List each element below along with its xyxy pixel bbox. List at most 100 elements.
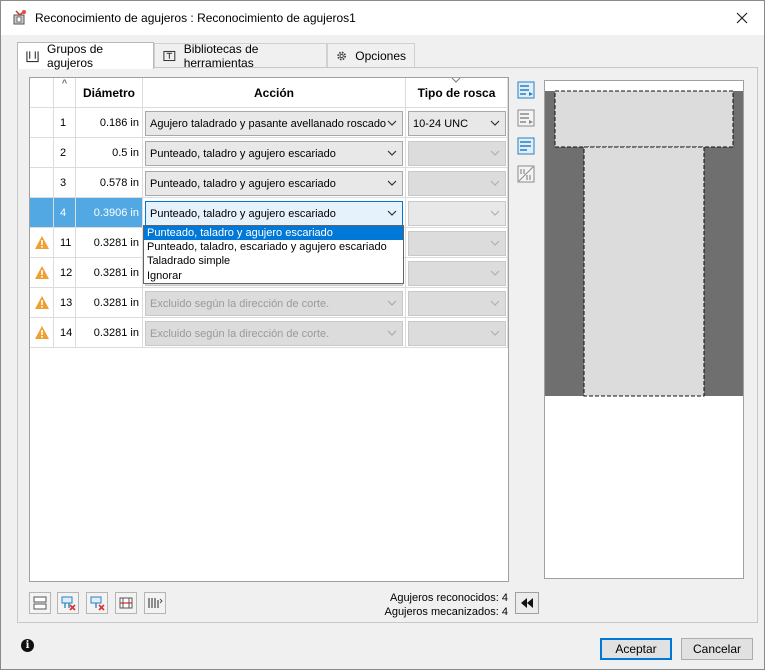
apply-selected-button[interactable]	[515, 107, 537, 129]
row-action-cell: Punteado, taladro y agujero escariado	[143, 138, 406, 168]
warning-icon	[35, 266, 49, 279]
delete-hole-icon	[61, 596, 76, 611]
ok-button[interactable]: Aceptar	[600, 638, 672, 660]
row-indicator	[30, 108, 54, 138]
list-arrow-icon	[517, 109, 535, 127]
chevron-down-icon	[387, 300, 397, 306]
table-row[interactable]: 1 0.186 in Agujero taladrado y pasante ave…	[30, 108, 508, 138]
table-row[interactable]: 13 0.3281 in Excluido según la dirección d…	[30, 288, 508, 318]
row-indicator	[30, 168, 54, 198]
header-thread-type[interactable]: Tipo de rosca	[406, 77, 508, 108]
row-action-cell: Excluido según la dirección de corte.	[143, 288, 406, 318]
action-select[interactable]: Punteado, taladro y agujero escariado	[145, 141, 403, 166]
delete-selected-button[interactable]	[86, 592, 108, 614]
header-cell-indicator	[30, 78, 54, 108]
sort-ascending-icon: ^	[61, 78, 68, 88]
row-diameter: 0.3906 in	[76, 198, 143, 228]
chevron-down-icon	[490, 120, 500, 126]
window-title: Reconocimiento de agujeros : Reconocimie…	[35, 11, 356, 25]
column-settings-button[interactable]	[144, 592, 166, 614]
hole-groups-icon	[26, 51, 39, 63]
action-select: Excluido según la dirección de corte.	[145, 321, 403, 346]
row-action-cell: Punteado, taladro y agujero escariado	[143, 168, 406, 198]
tab-options[interactable]: Opciones	[327, 43, 415, 68]
chevron-down-icon	[490, 270, 500, 276]
action-select[interactable]: Punteado, taladro y agujero escariado	[145, 171, 403, 196]
row-number: 14	[54, 318, 76, 348]
header-diameter[interactable]: Diámetro	[76, 78, 143, 108]
row-number: 3	[54, 168, 76, 198]
rewind-button[interactable]	[515, 592, 539, 614]
dialog-window: Reconocimiento de agujeros : Reconocimie…	[0, 0, 765, 670]
row-number: 4	[54, 198, 76, 228]
compare-button[interactable]	[515, 163, 537, 185]
row-action-cell: Punteado, taladro y agujero escariado	[143, 198, 406, 228]
row-thread-cell: 10-24 UNC	[406, 108, 508, 138]
tab-label: Opciones	[355, 49, 406, 63]
dropdown-option[interactable]: Taladrado simple	[144, 254, 403, 268]
thread-type-select	[408, 141, 506, 166]
row-thread-cell	[406, 138, 508, 168]
action-value: Excluido según la dirección de corte.	[150, 297, 330, 310]
table-row[interactable]: 2 0.5 in Punteado, taladro y agujero escar…	[30, 138, 508, 168]
action-value: Punteado, taladro y agujero escariado	[150, 177, 336, 190]
tab-label: Bibliotecas de herramientas	[183, 42, 259, 70]
action-value: Punteado, taladro y agujero escariado	[150, 207, 336, 220]
dropdown-option[interactable]: Ignorar	[144, 269, 403, 283]
table-header-row: ^ Diámetro Acción Tipo de rosca	[30, 77, 508, 108]
dropdown-option[interactable]: Punteado, taladro, escariado y agujero e…	[144, 240, 403, 254]
cancel-button[interactable]: Cancelar	[681, 638, 753, 660]
row-diameter: 0.3281 in	[76, 258, 143, 288]
close-icon	[736, 12, 748, 24]
info-icon[interactable]: i	[21, 639, 34, 652]
delete-group-button[interactable]	[57, 592, 79, 614]
thread-type-select[interactable]: 10-24 UNC	[408, 111, 506, 136]
recognized-count: Agujeros reconocidos: 4	[389, 592, 508, 604]
action-dropdown-list[interactable]: Punteado, taladro y agujero escariado Pu…	[143, 225, 404, 284]
thread-type-select	[408, 171, 506, 196]
list-group-icon	[517, 137, 535, 155]
header-cell-number[interactable]: ^	[54, 78, 76, 108]
action-select: Excluido según la dirección de corte.	[145, 291, 403, 316]
action-select[interactable]: Punteado, taladro y agujero escariado	[145, 201, 403, 226]
tab-tool-libraries[interactable]: Bibliotecas de herramientas	[154, 42, 327, 70]
apply-group-button[interactable]	[515, 135, 537, 157]
action-value: Excluido según la dirección de corte.	[150, 327, 330, 340]
collapse-button[interactable]	[29, 592, 51, 614]
table-row[interactable]: 3 0.578 in Punteado, taladro y agujero esc…	[30, 168, 508, 198]
tab-hole-groups[interactable]: Grupos de agujeros	[17, 42, 154, 70]
tab-label: Grupos de agujeros	[47, 42, 104, 70]
rewind-icon	[521, 598, 533, 608]
warning-icon	[35, 326, 49, 339]
row-diameter: 0.5 in	[76, 138, 143, 168]
split-group-button[interactable]	[115, 592, 137, 614]
row-diameter: 0.578 in	[76, 168, 143, 198]
close-button[interactable]	[720, 1, 764, 35]
gear-icon	[337, 51, 347, 61]
split-icon	[119, 597, 133, 609]
machined-count: Agujeros mecanizados: 4	[384, 606, 508, 618]
row-diameter: 0.3281 in	[76, 318, 143, 348]
table-row[interactable]: 14 0.3281 in Excluido según la dirección d…	[30, 318, 508, 348]
dropdown-option[interactable]: Punteado, taladro y agujero escariado	[144, 226, 403, 241]
chevron-down-icon	[490, 300, 500, 306]
row-thread-cell	[406, 288, 508, 318]
row-indicator	[30, 138, 54, 168]
header-thread-label: Tipo de rosca	[417, 85, 496, 100]
table-row[interactable]: 4 0.3906 in Punteado, taladro y agujero es…	[30, 198, 508, 228]
chevron-down-icon	[490, 330, 500, 336]
apply-to-all-button[interactable]	[515, 79, 537, 101]
row-action-cell: Excluido según la dirección de corte.	[143, 318, 406, 348]
chevron-down-icon	[387, 120, 397, 126]
chevron-down-icon	[490, 240, 500, 246]
hole-groups-table: ^ Diámetro Acción Tipo de rosca 1 0.186 i…	[29, 77, 509, 582]
chevron-down-icon	[387, 150, 397, 156]
row-thread-cell	[406, 258, 508, 288]
header-action[interactable]: Acción	[143, 78, 406, 108]
title-bar: Reconocimiento de agujeros : Reconocimie…	[1, 1, 764, 35]
hole-recognition-app-icon	[13, 10, 26, 25]
chevron-down-icon	[387, 330, 397, 336]
row-diameter: 0.3281 in	[76, 228, 143, 258]
warning-icon	[35, 296, 49, 309]
action-select[interactable]: Agujero taladrado y pasante avellanado r…	[145, 111, 403, 136]
